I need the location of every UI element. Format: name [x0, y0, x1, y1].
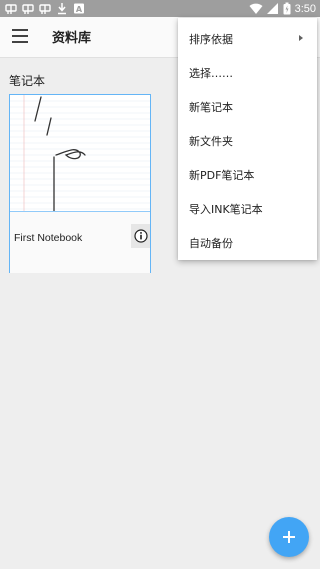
notebook-thumbnail — [10, 95, 150, 211]
a-icon: A — [74, 3, 84, 14]
notebook-card[interactable]: First Notebook — [9, 94, 151, 273]
menu-item-label: 排序依据 — [189, 33, 233, 46]
bug-icon — [5, 4, 17, 14]
svg-text:A: A — [76, 5, 83, 14]
download-icon — [58, 3, 66, 15]
info-button[interactable] — [131, 224, 150, 248]
notebook-name: First Notebook — [14, 232, 83, 244]
notebook-card-footer: First Notebook — [10, 211, 150, 273]
notebook-thumbnail-drawing — [10, 95, 150, 211]
page-title: 资料库 — [52, 31, 92, 46]
menu-item-label: 导入INK笔记本 — [189, 203, 263, 216]
status-icons-right: 3:50 — [249, 1, 316, 16]
menu-item-label: 新PDF笔记本 — [189, 169, 255, 182]
status-bar: A 3:50 — [0, 0, 320, 17]
menu-item-new-notebook[interactable]: 新笔记本 — [178, 89, 317, 123]
menu-item-label: 新笔记本 — [189, 101, 233, 114]
bug-icon — [22, 4, 34, 14]
menu-item-auto-backup[interactable]: 自动备份 — [178, 225, 317, 259]
add-fab-button[interactable] — [269, 517, 309, 557]
signal-icon — [266, 3, 278, 14]
submenu-arrow-icon — [299, 35, 303, 41]
hamburger-icon[interactable] — [12, 29, 28, 43]
wifi-icon — [249, 3, 263, 14]
overflow-menu: 排序依据 选择…… 新笔记本 新文件夹 新PDF笔记本 导入INK笔记本 自动备… — [178, 18, 317, 260]
menu-item-sort-by[interactable]: 排序依据 — [178, 21, 317, 55]
menu-item-select[interactable]: 选择…… — [178, 55, 317, 89]
status-icons-left: A — [5, 1, 85, 16]
bug-icon — [39, 4, 51, 14]
menu-item-label: 新文件夹 — [189, 135, 233, 148]
battery-icon — [283, 2, 291, 15]
menu-item-import-ink-notebook[interactable]: 导入INK笔记本 — [178, 191, 317, 225]
info-icon — [133, 229, 148, 243]
menu-item-label: 自动备份 — [189, 237, 233, 250]
menu-item-new-pdf-notebook[interactable]: 新PDF笔记本 — [178, 157, 317, 191]
status-time: 3:50 — [294, 2, 316, 15]
menu-item-label: 选择…… — [189, 67, 233, 80]
section-title: 笔记本 — [9, 74, 46, 88]
menu-item-new-folder[interactable]: 新文件夹 — [178, 123, 317, 157]
plus-icon — [283, 531, 295, 543]
